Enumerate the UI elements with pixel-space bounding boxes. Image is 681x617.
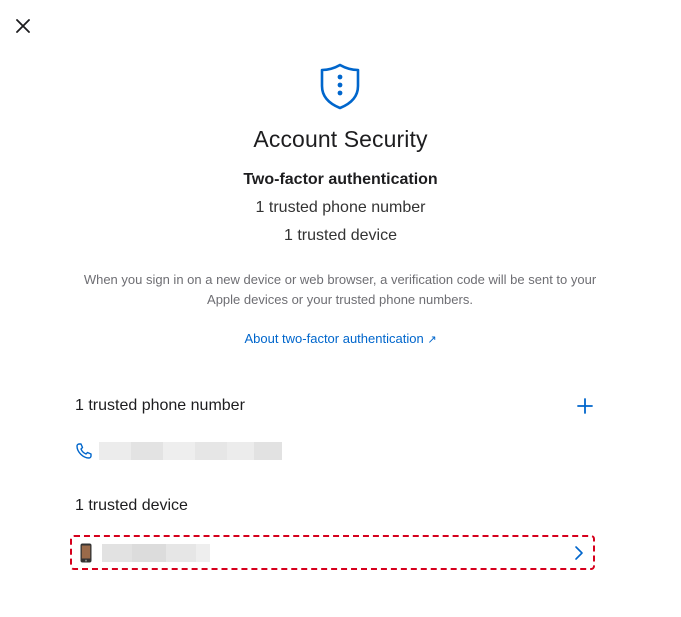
auth-method-label: Two-factor authentication	[243, 171, 438, 188]
close-button[interactable]	[12, 15, 34, 37]
trusted-device-item[interactable]	[70, 535, 595, 570]
page-title: Account Security	[253, 126, 428, 152]
phone-count-summary: 1 trusted phone number	[255, 199, 426, 216]
plus-icon[interactable]	[575, 396, 595, 416]
shield-icon	[320, 63, 360, 110]
close-icon	[16, 19, 30, 33]
trusted-device-header: 1 trusted device	[75, 497, 188, 514]
iphone-icon	[80, 543, 92, 562]
account-security-dialog: Account Security Two-factor authenticati…	[0, 0, 681, 617]
device-count-summary: 1 trusted device	[284, 227, 397, 244]
redacted-phone-number	[99, 442, 282, 460]
phone-icon	[76, 443, 92, 459]
redacted-device-name	[102, 543, 210, 562]
chevron-right-icon	[575, 546, 583, 560]
trusted-phone-header: 1 trusted phone number	[75, 397, 245, 414]
trusted-phone-item[interactable]	[75, 440, 282, 462]
about-two-factor-link[interactable]: About two-factor authentication ↗	[0, 331, 681, 346]
external-arrow-icon: ↗	[427, 334, 437, 346]
description-text: When you sign in on a new device or web …	[83, 272, 597, 307]
about-link-label: About two-factor authentication	[244, 331, 424, 346]
